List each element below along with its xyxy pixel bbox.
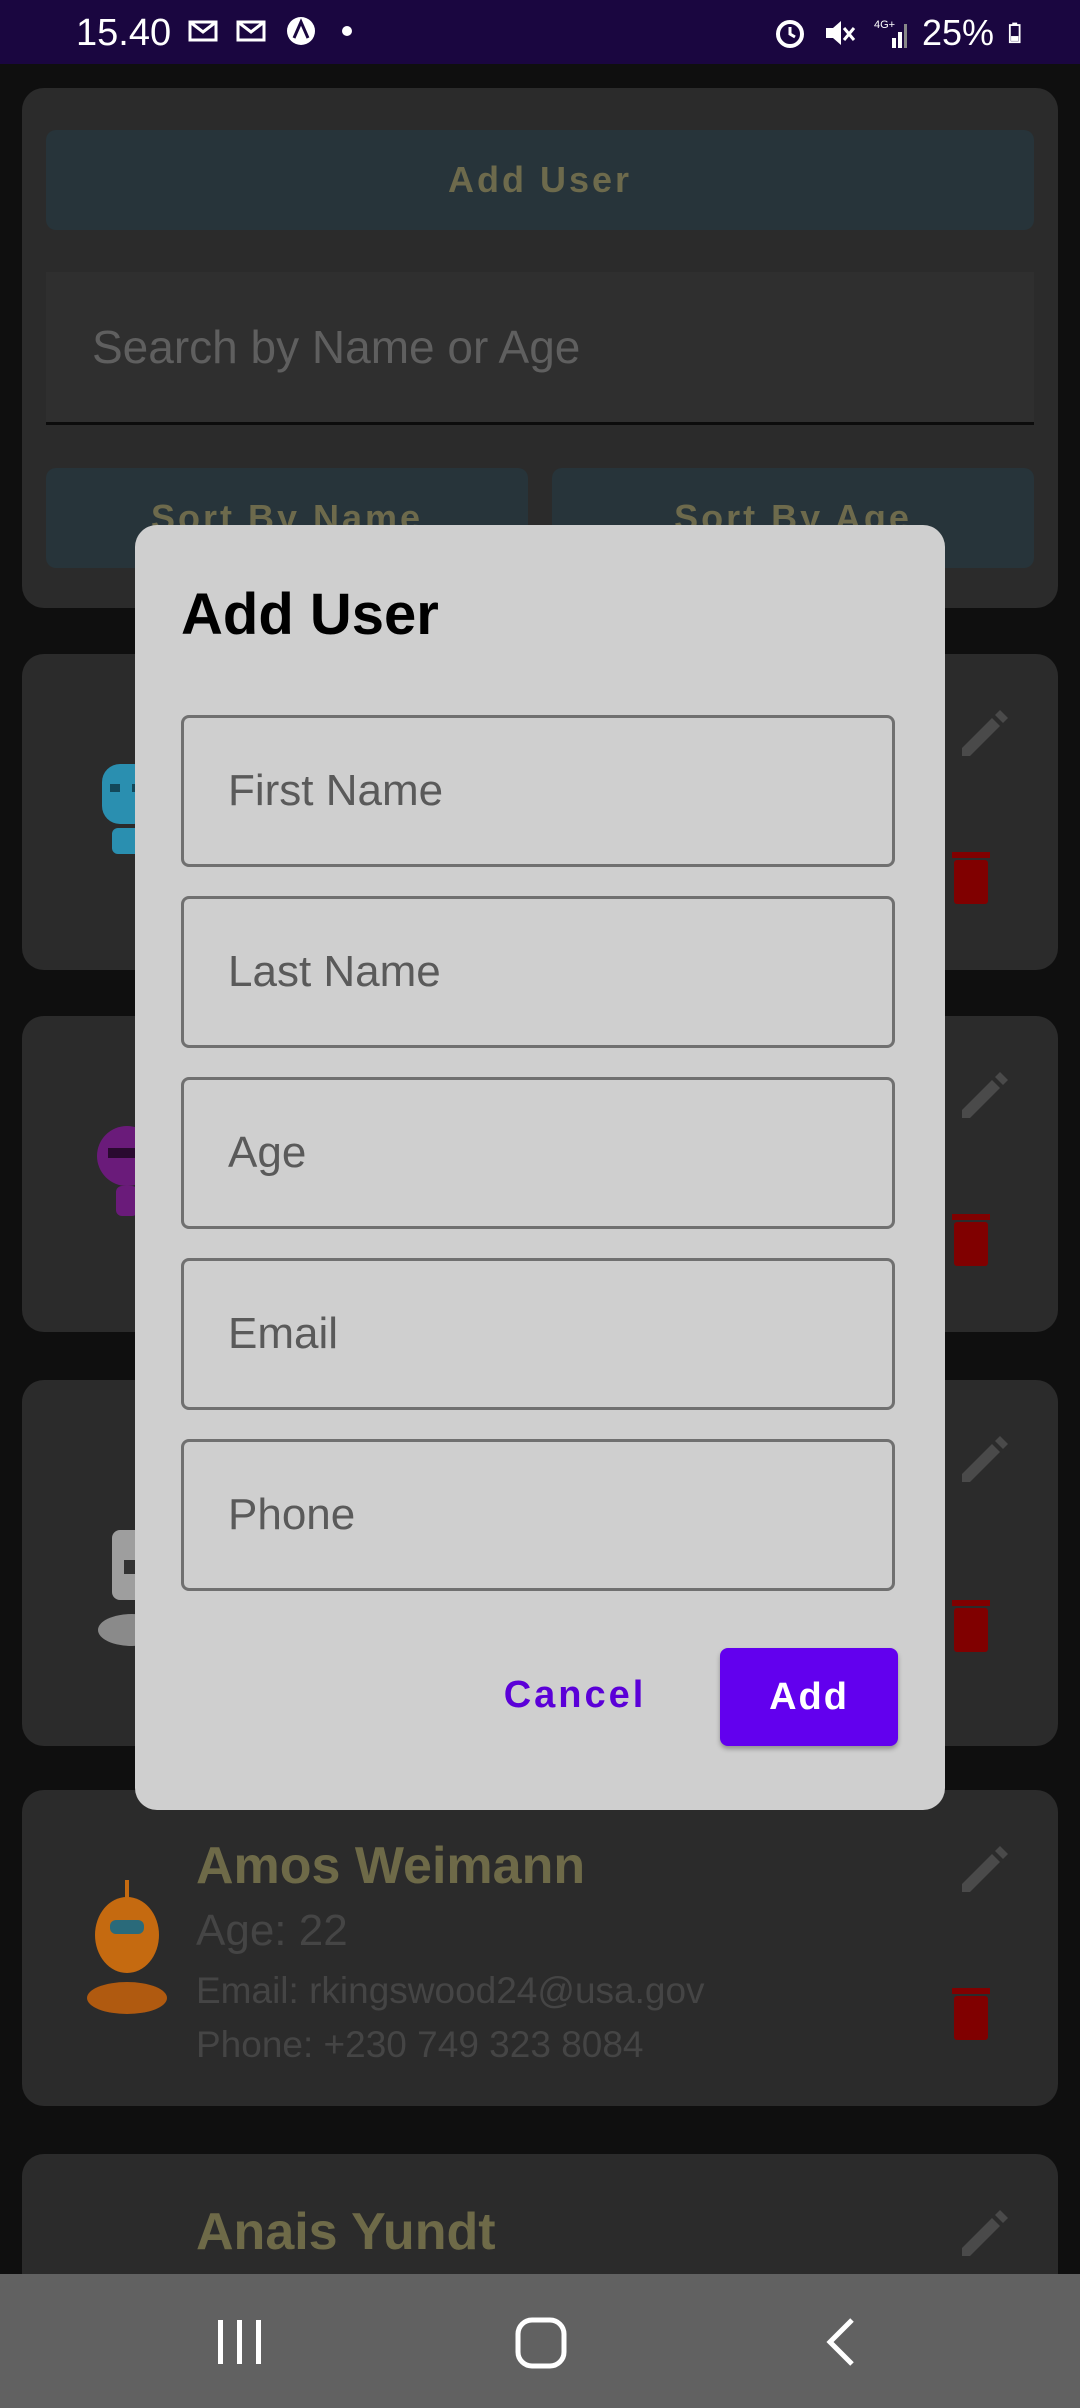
cancel-button[interactable]: Cancel [485, 1655, 665, 1735]
email-field[interactable] [181, 1258, 895, 1410]
battery-icon [1008, 22, 1021, 44]
last-name-input[interactable] [184, 899, 892, 1045]
dialog-title: Add User [181, 582, 439, 647]
svg-text:4G+: 4G+ [874, 19, 895, 31]
first-name-field[interactable] [181, 715, 895, 867]
user-card[interactable]: Amos Weimann Age: 22 Email: rkingswood24… [22, 1790, 1058, 2106]
more-notifications-dot [342, 26, 352, 36]
email-input[interactable] [184, 1261, 892, 1407]
robot-avatar [87, 1880, 167, 2014]
recents-icon[interactable] [212, 2314, 268, 2370]
last-name-field[interactable] [181, 896, 895, 1048]
delete-icon[interactable] [952, 1212, 990, 1266]
mute-icon [825, 21, 856, 45]
edit-icon[interactable] [954, 1840, 1014, 1900]
navigation-bar [0, 2274, 1080, 2408]
edit-icon[interactable] [954, 704, 1014, 764]
system-status-icons: 4G+ 25% [772, 12, 1030, 54]
edit-icon[interactable] [954, 1430, 1014, 1490]
search-input[interactable]: Search by Name or Age [46, 272, 1034, 425]
battery-percentage: 25% [921, 12, 994, 53]
status-bar: 15.40 4G+ 25% [0, 0, 1080, 64]
add-button[interactable]: Add [720, 1648, 898, 1746]
status-time: 15.40 [76, 12, 172, 54]
age-field[interactable] [181, 1077, 895, 1229]
home-icon[interactable] [512, 2314, 572, 2374]
user-name: Amos Weimann [196, 1837, 586, 1895]
mail-notification-icon [236, 20, 266, 42]
first-name-input[interactable] [184, 718, 892, 864]
user-phone: Phone: +230 749 323 8084 [196, 2024, 644, 2065]
phone-input[interactable] [184, 1442, 892, 1588]
add-user-button[interactable]: Add User [46, 130, 1034, 230]
phone-field[interactable] [181, 1439, 895, 1591]
app-notification-icon [287, 17, 315, 45]
age-input[interactable] [184, 1080, 892, 1226]
notification-icons [188, 14, 352, 48]
signal-icon: 4G+ [874, 19, 907, 48]
add-user-dialog: Add User Cancel Add [135, 525, 945, 1810]
back-icon[interactable] [818, 2314, 868, 2370]
search-placeholder: Search by Name or Age [92, 321, 581, 373]
user-name: Anais Yundt [196, 2203, 496, 2261]
edit-icon[interactable] [954, 2204, 1014, 2264]
delete-icon[interactable] [952, 1986, 990, 2040]
alarm-icon [775, 20, 804, 48]
edit-icon[interactable] [954, 1066, 1014, 1126]
delete-icon[interactable] [952, 850, 990, 904]
user-age: Age: 22 [196, 1906, 348, 1955]
delete-icon[interactable] [952, 1598, 990, 1652]
user-email: Email: rkingswood24@usa.gov [196, 1970, 705, 2011]
mail-notification-icon [188, 20, 218, 42]
